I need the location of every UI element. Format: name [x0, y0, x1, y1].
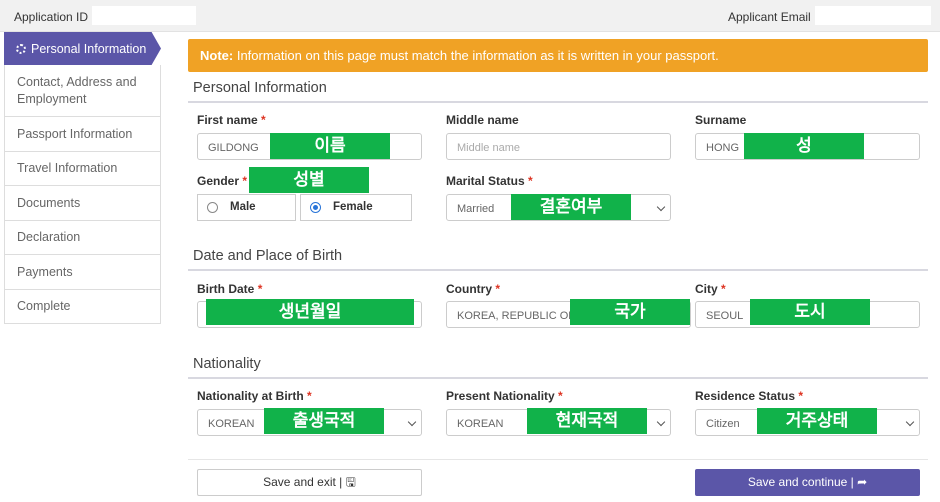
section-personal-title: Personal Information [193, 80, 327, 96]
top-bar: Application ID : Applicant Email : [0, 0, 940, 32]
country-label: Country * [446, 282, 501, 296]
sidebar-item-personal-information[interactable]: Personal Information [4, 32, 161, 65]
chevron-down-icon [656, 417, 666, 427]
gender-label: Gender * [197, 174, 248, 188]
present-nationality-overlay: 현재국적 [527, 408, 647, 434]
residence-status-overlay: 거주상태 [757, 408, 877, 434]
divider [188, 269, 928, 271]
divider [188, 377, 928, 379]
first-name-label: First name * [197, 113, 266, 127]
sidebar-item-passport[interactable]: Passport Information [4, 117, 161, 152]
chevron-down-icon [656, 202, 666, 212]
radio-unchecked-icon[interactable] [207, 202, 218, 213]
nationality-at-birth-label: Nationality at Birth * [197, 389, 312, 403]
sidebar-item-declaration[interactable]: Declaration [4, 220, 161, 255]
marital-status-overlay: 결혼여부 [511, 194, 631, 220]
sidebar-item-documents[interactable]: Documents [4, 186, 161, 221]
chevron-down-icon [407, 417, 417, 427]
gender-overlay: 성별 [249, 167, 369, 193]
first-name-overlay: 이름 [270, 133, 390, 159]
sidebar-item-complete[interactable]: Complete [4, 289, 161, 324]
gender-male-option[interactable]: Male [197, 194, 296, 221]
marital-status-label: Marital Status * [446, 174, 533, 188]
sidebar-item-contact[interactable]: Contact, Address and Employment [4, 65, 161, 117]
sidebar: Personal Information Contact, Address an… [4, 32, 161, 324]
country-overlay: 국가 [570, 299, 690, 325]
application-id-label: Application ID : [14, 10, 95, 24]
sidebar-item-payments[interactable]: Payments [4, 255, 161, 290]
save-and-exit-button[interactable]: Save and exit | 🖫 [197, 469, 422, 496]
note-prefix: Note: [200, 48, 234, 63]
divider [188, 459, 928, 460]
section-nationality-title: Nationality [193, 356, 261, 372]
section-birth-title: Date and Place of Birth [193, 248, 343, 264]
chevron-down-icon [905, 417, 915, 427]
save-and-continue-button[interactable]: Save and continue | ➦ [695, 469, 920, 496]
birth-date-label: Birth Date * [197, 282, 263, 296]
middle-name-input[interactable]: Middle name [446, 133, 671, 160]
spinner-icon [16, 43, 26, 54]
middle-name-label: Middle name [446, 113, 519, 127]
application-id-value [92, 6, 196, 25]
radio-checked-icon[interactable] [310, 202, 321, 213]
sidebar-item-travel[interactable]: Travel Information [4, 151, 161, 186]
gender-female-option[interactable]: Female [300, 194, 412, 221]
surname-overlay: 성 [744, 133, 864, 159]
surname-label: Surname [695, 113, 747, 127]
applicant-email-value [815, 6, 931, 25]
note-text: Information on this page must match the … [233, 48, 719, 63]
passport-note-banner: Note: Information on this page must matc… [188, 39, 928, 72]
nationality-at-birth-overlay: 출생국적 [264, 408, 384, 434]
applicant-email-label: Applicant Email : [728, 10, 818, 24]
present-nationality-label: Present Nationality * [446, 389, 563, 403]
city-label: City * [695, 282, 726, 296]
residence-status-label: Residence Status * [695, 389, 804, 403]
divider [188, 101, 928, 103]
birth-date-overlay: 생년월일 [206, 299, 414, 325]
city-overlay: 도시 [750, 299, 870, 325]
